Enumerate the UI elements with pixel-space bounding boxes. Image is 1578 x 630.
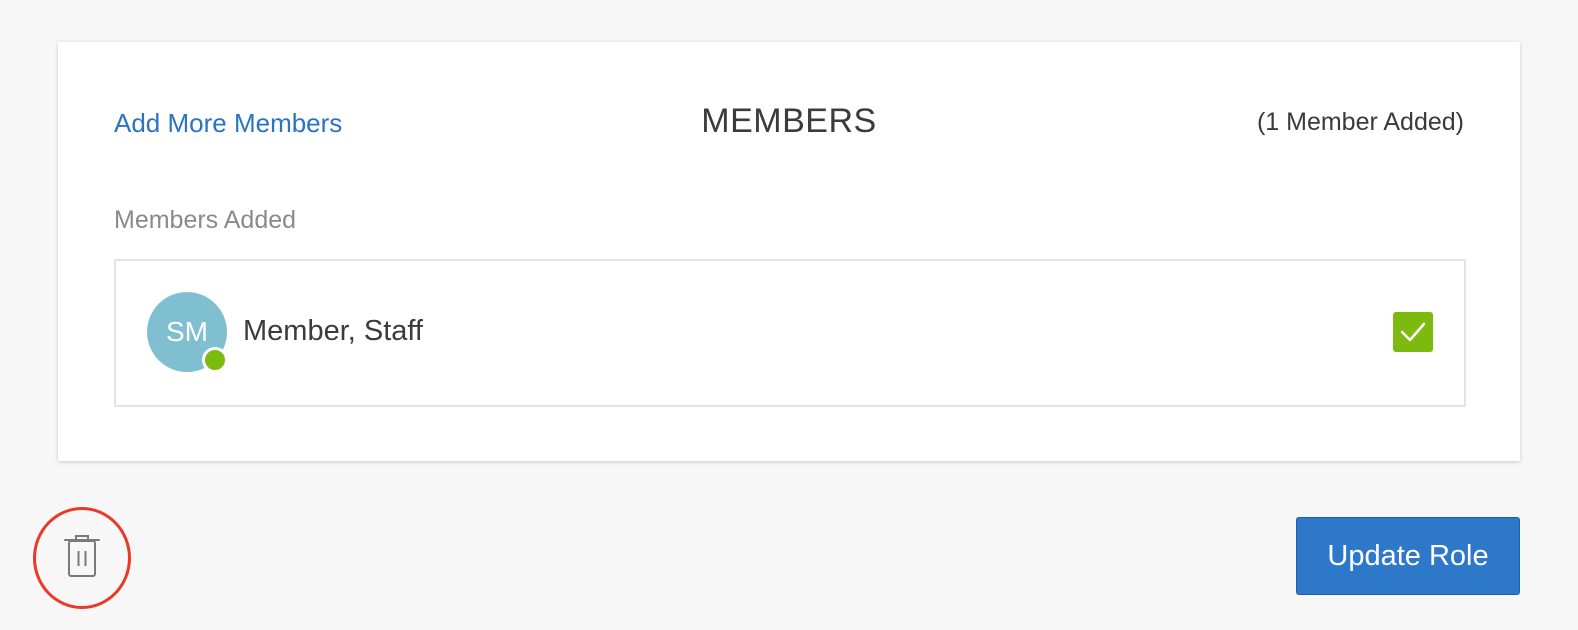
trash-icon xyxy=(64,535,100,577)
update-role-button[interactable]: Update Role xyxy=(1296,517,1520,595)
member-name: Member, Staff xyxy=(243,315,423,347)
checkmark-icon xyxy=(1400,322,1426,342)
members-card: Add More Members MEMBERS (1 Member Added… xyxy=(58,42,1520,461)
avatar-initials: SM xyxy=(166,316,208,347)
member-select-checkbox[interactable] xyxy=(1393,312,1433,352)
member-count-label: (1 Member Added) xyxy=(1256,108,1464,136)
member-row: SM Member, Staff xyxy=(114,259,1466,407)
delete-role-button[interactable] xyxy=(58,530,106,582)
members-added-label: Members Added xyxy=(114,206,297,234)
online-status-icon xyxy=(202,347,228,373)
